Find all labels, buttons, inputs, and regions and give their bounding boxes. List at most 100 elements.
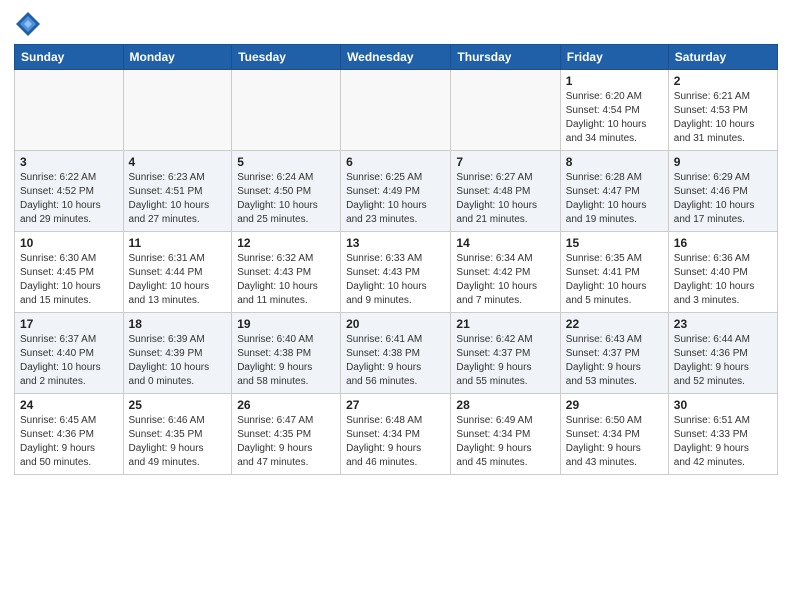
day-cell: 6 Sunrise: 6:25 AM Sunset: 4:49 PM Daylig… [341, 151, 451, 232]
day-number: 6 [346, 155, 445, 169]
day-number: 30 [674, 398, 772, 412]
day-cell: 23Sunrise: 6:44 AM Sunset: 4:36 PM Dayli… [668, 313, 777, 394]
day-info: Sunrise: 6:50 AM Sunset: 4:34 PM Dayligh… [566, 414, 663, 470]
week-row-5: 24Sunrise: 6:45 AM Sunset: 4:36 PM Dayli… [15, 394, 778, 475]
day-number: 7 [456, 155, 554, 169]
day-cell: 5 Sunrise: 6:24 AM Sunset: 4:50 PM Daylig… [232, 151, 341, 232]
day-cell: 21 Sunrise: 6:42 AM Sunset: 4:37 PM Dayli… [451, 313, 560, 394]
day-number: 29 [566, 398, 663, 412]
header [14, 10, 778, 38]
day-number: 24 [20, 398, 118, 412]
day-info: Sunrise: 6:24 AM Sunset: 4:50 PM Dayligh… [237, 171, 335, 227]
day-cell [123, 70, 232, 151]
weekday-header-row: SundayMondayTuesdayWednesdayThursdayFrid… [15, 45, 778, 70]
day-info: Sunrise: 6:48 AM Sunset: 4:34 PM Dayligh… [346, 414, 445, 470]
day-number: 18 [129, 317, 227, 331]
day-number: 14 [456, 236, 554, 250]
day-info: Sunrise: 6:35 AM Sunset: 4:41 PM Dayligh… [566, 252, 663, 308]
week-row-4: 17 Sunrise: 6:37 AM Sunset: 4:40 PM Dayli… [15, 313, 778, 394]
day-number: 3 [20, 155, 118, 169]
day-info: Sunrise: 6:32 AM Sunset: 4:43 PM Dayligh… [237, 252, 335, 308]
day-number: 23 [674, 317, 772, 331]
weekday-header-friday: Friday [560, 45, 668, 70]
weekday-header-thursday: Thursday [451, 45, 560, 70]
day-info: Sunrise: 6:37 AM Sunset: 4:40 PM Dayligh… [20, 333, 118, 389]
day-info: Sunrise: 6:25 AM Sunset: 4:49 PM Dayligh… [346, 171, 445, 227]
day-info: Sunrise: 6:41 AM Sunset: 4:38 PM Dayligh… [346, 333, 445, 389]
day-cell [341, 70, 451, 151]
day-cell: 30 Sunrise: 6:51 AM Sunset: 4:33 PM Dayli… [668, 394, 777, 475]
day-number: 10 [20, 236, 118, 250]
day-cell: 9Sunrise: 6:29 AM Sunset: 4:46 PM Daylig… [668, 151, 777, 232]
day-number: 25 [129, 398, 227, 412]
week-row-3: 10 Sunrise: 6:30 AM Sunset: 4:45 PM Dayli… [15, 232, 778, 313]
day-cell: 18 Sunrise: 6:39 AM Sunset: 4:39 PM Dayli… [123, 313, 232, 394]
day-cell: 22Sunrise: 6:43 AM Sunset: 4:37 PM Dayli… [560, 313, 668, 394]
day-number: 16 [674, 236, 772, 250]
day-cell: 10 Sunrise: 6:30 AM Sunset: 4:45 PM Dayli… [15, 232, 124, 313]
logo-icon [14, 10, 42, 38]
day-info: Sunrise: 6:22 AM Sunset: 4:52 PM Dayligh… [20, 171, 118, 227]
weekday-header-saturday: Saturday [668, 45, 777, 70]
day-cell [232, 70, 341, 151]
day-info: Sunrise: 6:40 AM Sunset: 4:38 PM Dayligh… [237, 333, 335, 389]
day-info: Sunrise: 6:31 AM Sunset: 4:44 PM Dayligh… [129, 252, 227, 308]
week-row-2: 3 Sunrise: 6:22 AM Sunset: 4:52 PM Daylig… [15, 151, 778, 232]
weekday-header-wednesday: Wednesday [341, 45, 451, 70]
day-cell: 16 Sunrise: 6:36 AM Sunset: 4:40 PM Dayli… [668, 232, 777, 313]
day-info: Sunrise: 6:27 AM Sunset: 4:48 PM Dayligh… [456, 171, 554, 227]
week-row-1: 1 Sunrise: 6:20 AM Sunset: 4:54 PM Daylig… [15, 70, 778, 151]
day-info: Sunrise: 6:36 AM Sunset: 4:40 PM Dayligh… [674, 252, 772, 308]
day-info: Sunrise: 6:29 AM Sunset: 4:46 PM Dayligh… [674, 171, 772, 227]
day-number: 11 [129, 236, 227, 250]
day-number: 5 [237, 155, 335, 169]
day-number: 8 [566, 155, 663, 169]
day-cell [451, 70, 560, 151]
day-cell: 28 Sunrise: 6:49 AM Sunset: 4:34 PM Dayli… [451, 394, 560, 475]
day-cell: 8 Sunrise: 6:28 AM Sunset: 4:47 PM Daylig… [560, 151, 668, 232]
day-number: 28 [456, 398, 554, 412]
weekday-header-monday: Monday [123, 45, 232, 70]
day-cell: 14 Sunrise: 6:34 AM Sunset: 4:42 PM Dayli… [451, 232, 560, 313]
day-number: 19 [237, 317, 335, 331]
day-info: Sunrise: 6:34 AM Sunset: 4:42 PM Dayligh… [456, 252, 554, 308]
day-number: 20 [346, 317, 445, 331]
day-info: Sunrise: 6:43 AM Sunset: 4:37 PM Dayligh… [566, 333, 663, 389]
day-info: Sunrise: 6:28 AM Sunset: 4:47 PM Dayligh… [566, 171, 663, 227]
day-cell: 27Sunrise: 6:48 AM Sunset: 4:34 PM Dayli… [341, 394, 451, 475]
day-number: 12 [237, 236, 335, 250]
day-cell: 2 Sunrise: 6:21 AM Sunset: 4:53 PM Daylig… [668, 70, 777, 151]
day-info: Sunrise: 6:39 AM Sunset: 4:39 PM Dayligh… [129, 333, 227, 389]
day-number: 2 [674, 74, 772, 88]
day-cell: 12 Sunrise: 6:32 AM Sunset: 4:43 PM Dayli… [232, 232, 341, 313]
day-info: Sunrise: 6:46 AM Sunset: 4:35 PM Dayligh… [129, 414, 227, 470]
day-info: Sunrise: 6:33 AM Sunset: 4:43 PM Dayligh… [346, 252, 445, 308]
day-cell: 17 Sunrise: 6:37 AM Sunset: 4:40 PM Dayli… [15, 313, 124, 394]
day-info: Sunrise: 6:23 AM Sunset: 4:51 PM Dayligh… [129, 171, 227, 227]
day-cell: 19 Sunrise: 6:40 AM Sunset: 4:38 PM Dayli… [232, 313, 341, 394]
day-info: Sunrise: 6:21 AM Sunset: 4:53 PM Dayligh… [674, 90, 772, 146]
day-cell: 15 Sunrise: 6:35 AM Sunset: 4:41 PM Dayli… [560, 232, 668, 313]
day-info: Sunrise: 6:47 AM Sunset: 4:35 PM Dayligh… [237, 414, 335, 470]
day-cell: 1 Sunrise: 6:20 AM Sunset: 4:54 PM Daylig… [560, 70, 668, 151]
day-number: 1 [566, 74, 663, 88]
day-info: Sunrise: 6:49 AM Sunset: 4:34 PM Dayligh… [456, 414, 554, 470]
page: SundayMondayTuesdayWednesdayThursdayFrid… [0, 0, 792, 612]
weekday-header-tuesday: Tuesday [232, 45, 341, 70]
day-cell: 11 Sunrise: 6:31 AM Sunset: 4:44 PM Dayli… [123, 232, 232, 313]
day-info: Sunrise: 6:42 AM Sunset: 4:37 PM Dayligh… [456, 333, 554, 389]
day-number: 15 [566, 236, 663, 250]
day-cell: 25 Sunrise: 6:46 AM Sunset: 4:35 PM Dayli… [123, 394, 232, 475]
day-info: Sunrise: 6:51 AM Sunset: 4:33 PM Dayligh… [674, 414, 772, 470]
day-cell [15, 70, 124, 151]
day-cell: 4 Sunrise: 6:23 AM Sunset: 4:51 PM Daylig… [123, 151, 232, 232]
day-number: 17 [20, 317, 118, 331]
day-number: 4 [129, 155, 227, 169]
day-info: Sunrise: 6:20 AM Sunset: 4:54 PM Dayligh… [566, 90, 663, 146]
day-number: 21 [456, 317, 554, 331]
day-number: 26 [237, 398, 335, 412]
day-cell: 24Sunrise: 6:45 AM Sunset: 4:36 PM Dayli… [15, 394, 124, 475]
weekday-header-sunday: Sunday [15, 45, 124, 70]
calendar: SundayMondayTuesdayWednesdayThursdayFrid… [14, 44, 778, 475]
day-info: Sunrise: 6:30 AM Sunset: 4:45 PM Dayligh… [20, 252, 118, 308]
